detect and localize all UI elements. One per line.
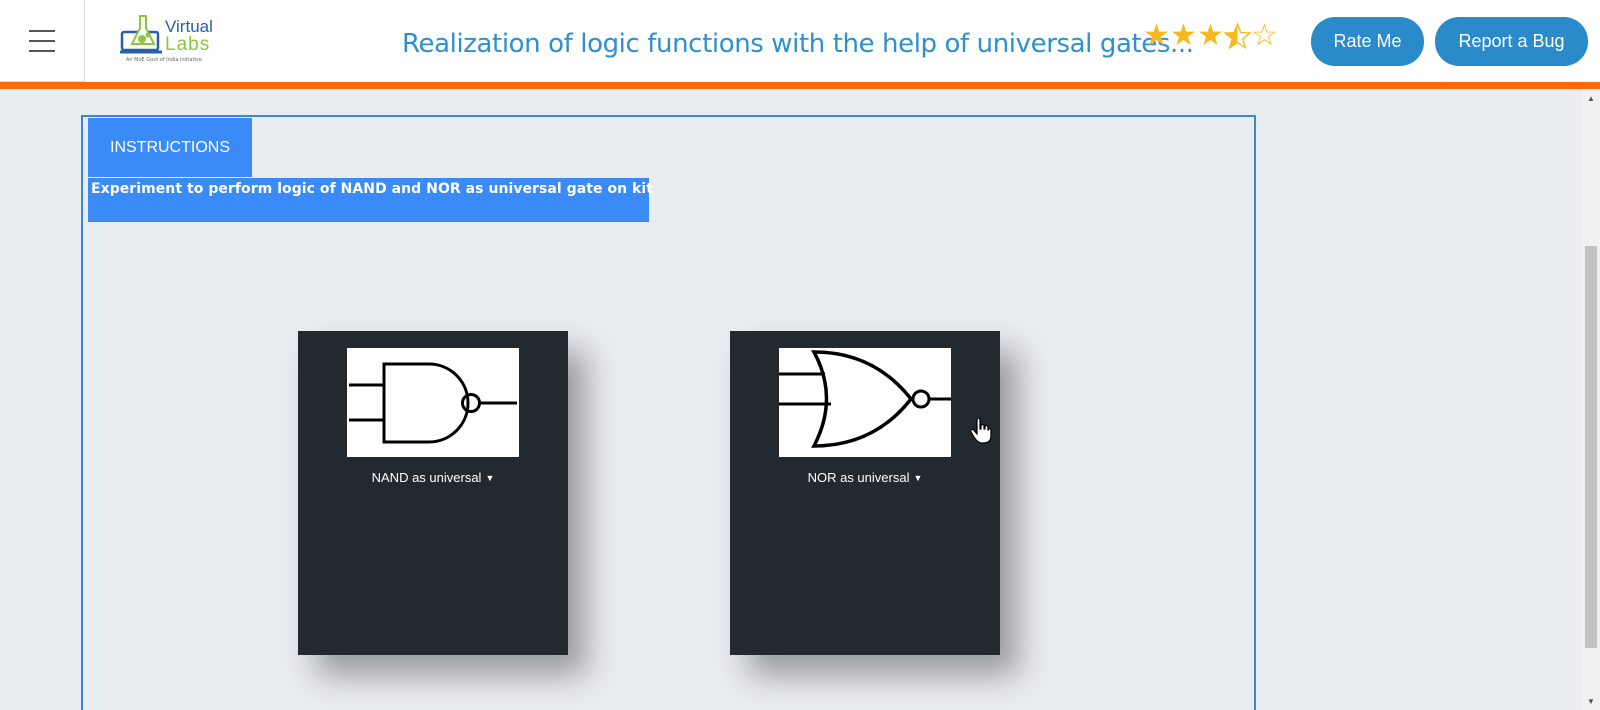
page-title: Realization of logic functions with the … bbox=[402, 29, 1194, 59]
nor-label-text: NOR as universal bbox=[807, 470, 910, 485]
rating-stars[interactable]: ★ ★ ★ ☆ bbox=[1143, 20, 1278, 59]
star-full-icon[interactable]: ★ bbox=[1143, 20, 1170, 59]
hand-pointer-cursor-icon bbox=[970, 418, 992, 444]
nand-label-text: NAND as universal bbox=[371, 470, 482, 485]
star-full-icon[interactable]: ★ bbox=[1197, 20, 1224, 59]
menu-line-icon bbox=[29, 29, 55, 32]
page-scrollbar[interactable]: ▲ ▼ bbox=[1582, 89, 1600, 710]
star-full-icon[interactable]: ★ bbox=[1170, 20, 1197, 59]
virtual-labs-logo[interactable]: Virtual Labs An MoE Govt of India Initia… bbox=[118, 12, 218, 68]
nor-gate-image bbox=[779, 348, 951, 457]
scroll-down-arrow-icon[interactable]: ▼ bbox=[1582, 692, 1600, 710]
menu-line-icon bbox=[29, 39, 55, 42]
nor-card-label[interactable]: NOR as universal ▼ bbox=[730, 470, 1000, 485]
star-half-shape bbox=[1223, 22, 1252, 50]
instructions-tab[interactable]: INSTRUCTIONS bbox=[88, 118, 252, 177]
nand-card-label[interactable]: NAND as universal ▼ bbox=[298, 470, 568, 485]
nor-gate-icon bbox=[779, 350, 951, 448]
menu-line-icon bbox=[29, 49, 55, 52]
hamburger-menu-button[interactable] bbox=[0, 0, 85, 82]
caret-down-icon: ▼ bbox=[913, 473, 923, 483]
rate-me-button[interactable]: Rate Me bbox=[1311, 17, 1424, 66]
logo-word-labs: Labs bbox=[165, 34, 211, 55]
experiment-description: Experiment to perform logic of NAND and … bbox=[91, 181, 654, 197]
experiment-description-box: Experiment to perform logic of NAND and … bbox=[88, 178, 653, 222]
flask-laptop-icon bbox=[120, 15, 162, 54]
star-half-icon[interactable] bbox=[1223, 20, 1252, 59]
nand-universal-card[interactable]: NAND as universal ▼ bbox=[298, 331, 568, 655]
nor-universal-card[interactable]: NOR as universal ▼ bbox=[730, 331, 1000, 655]
site-header: Virtual Labs An MoE Govt of India Initia… bbox=[0, 0, 1600, 82]
scroll-up-arrow-icon[interactable]: ▲ bbox=[1582, 89, 1600, 107]
header-accent-bar bbox=[0, 82, 1600, 89]
logo-tagline: An MoE Govt of India Initiative bbox=[126, 57, 202, 63]
report-bug-button[interactable]: Report a Bug bbox=[1435, 17, 1588, 66]
scrollbar-thumb[interactable] bbox=[1585, 246, 1597, 648]
caret-down-icon: ▼ bbox=[485, 473, 495, 483]
star-empty-icon[interactable]: ☆ bbox=[1251, 20, 1278, 59]
nand-gate-image bbox=[347, 348, 519, 457]
nand-gate-icon bbox=[349, 362, 517, 444]
